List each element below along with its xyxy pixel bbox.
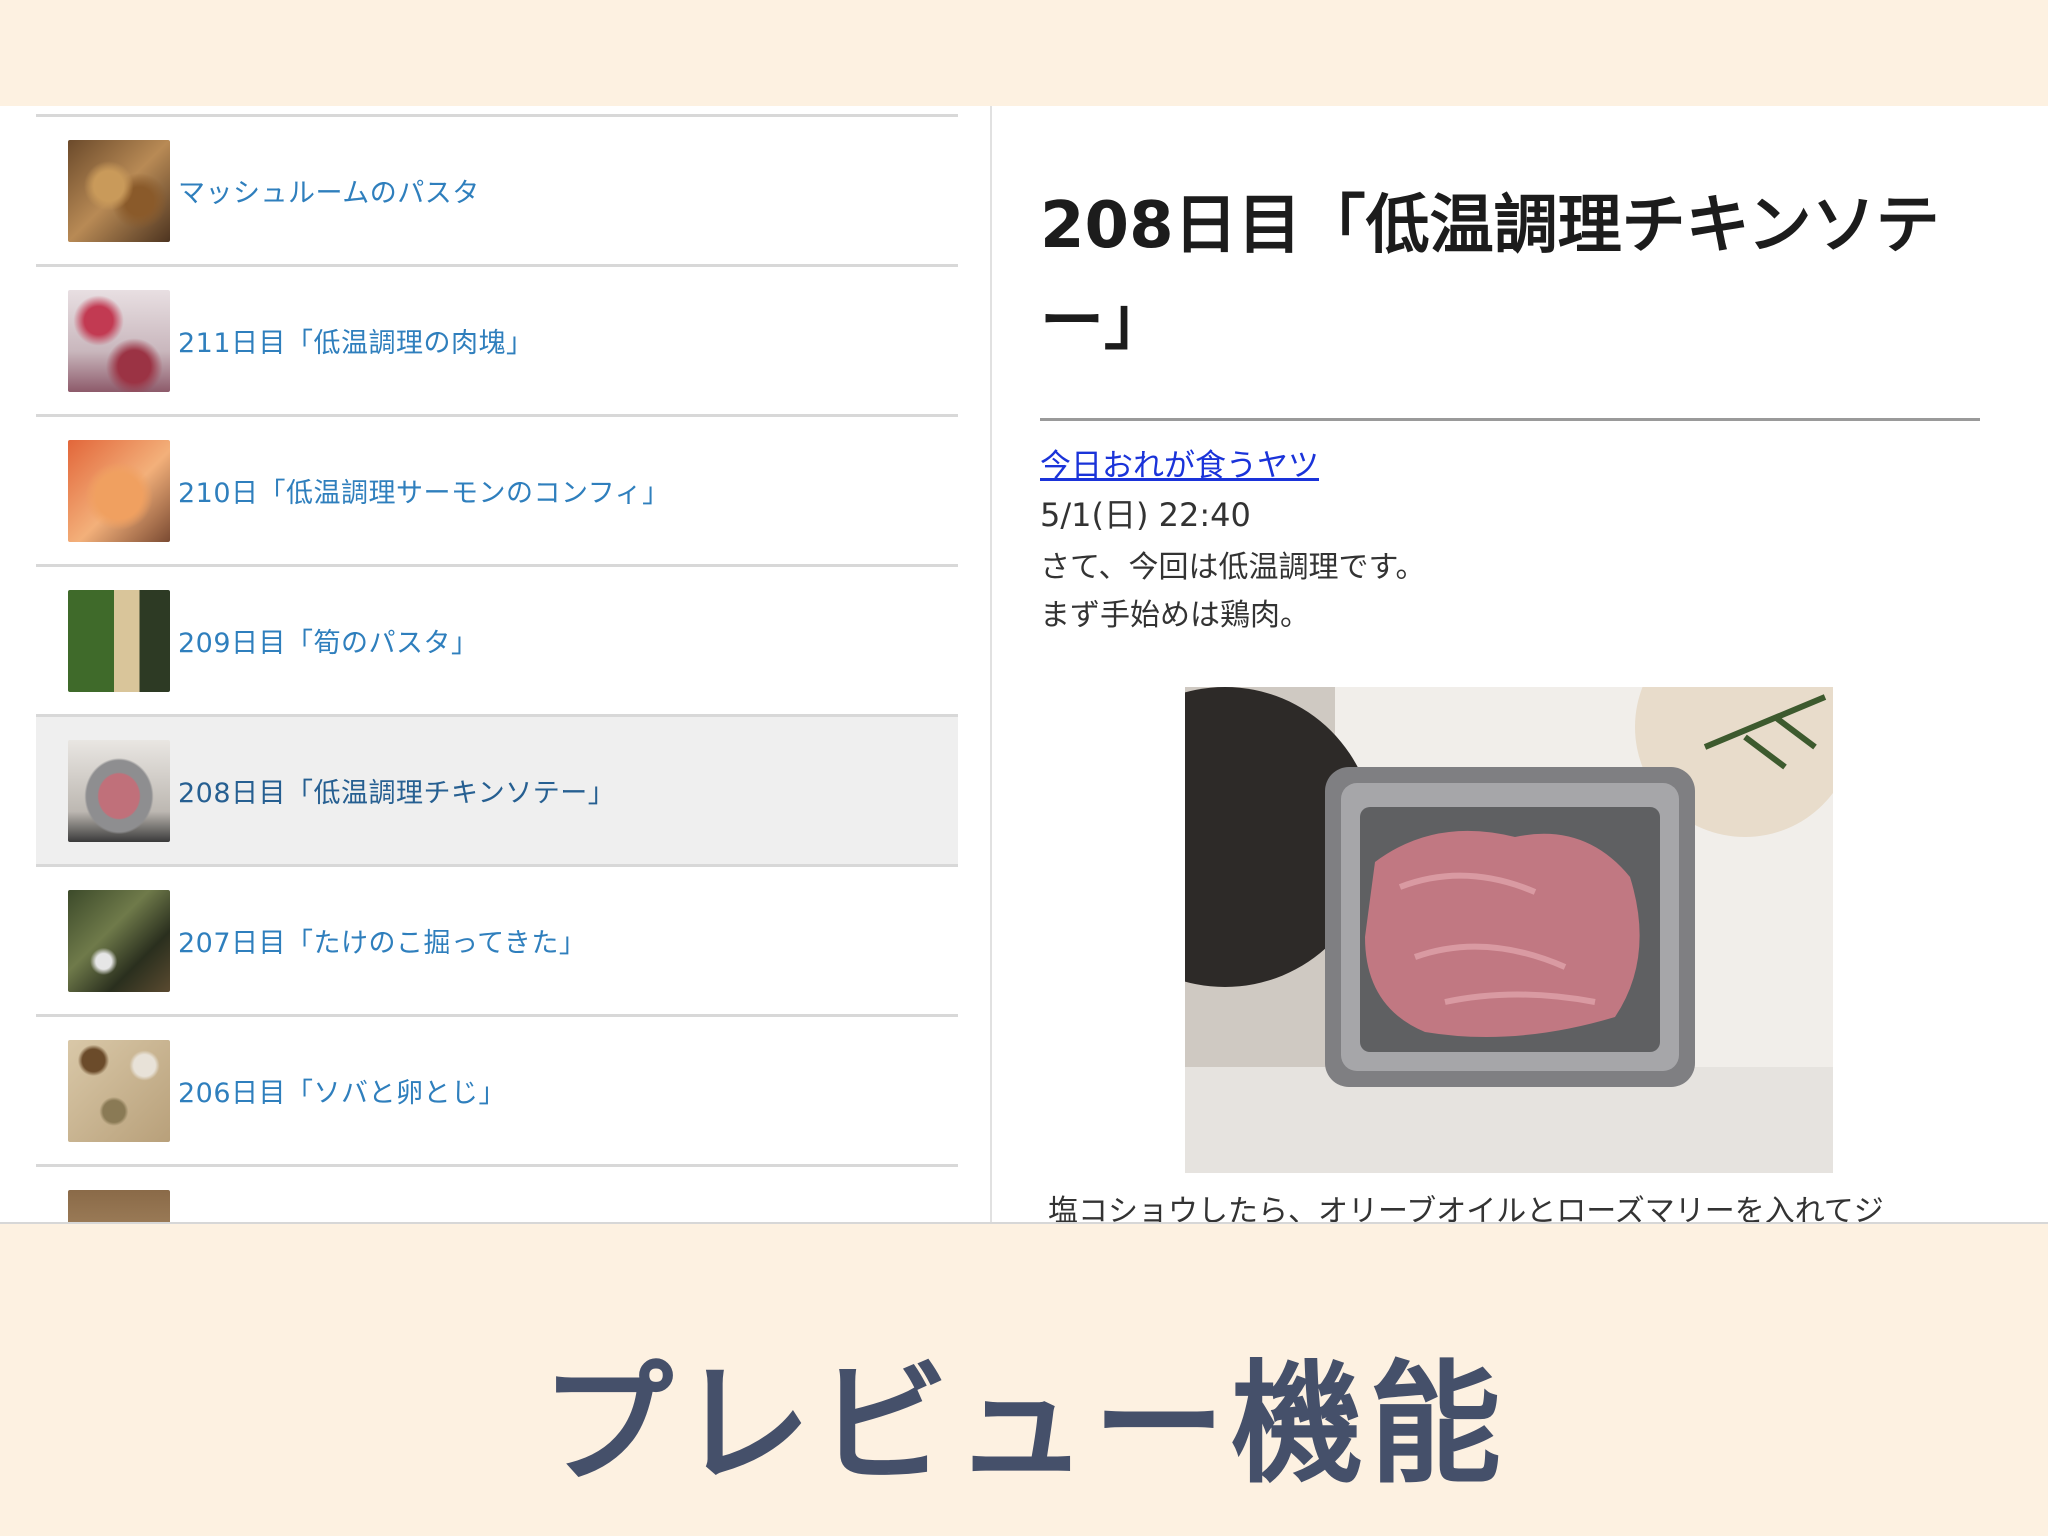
thumbnail-image — [68, 1039, 170, 1142]
post-body-text: さて、今回は低温調理です。 — [1040, 550, 1426, 585]
list-item-label: マッシュルームのパスタ — [178, 178, 480, 209]
thumbnail-image — [68, 1189, 170, 1222]
list-item-selected[interactable]: 208日目「低温調理チキンソテー」 — [36, 714, 958, 864]
chicken-in-tray-image — [1185, 687, 1833, 1173]
list-item-label: 208日目「低温調理チキンソテー」 — [178, 778, 616, 809]
post-body-text: まず手始めは鶏肉。 — [1040, 598, 1310, 633]
list-item-label: 209日目「筍のパスタ」 — [178, 628, 479, 659]
app-window: マッシュルームのパスタ 211日目「低温調理の肉塊」 210日「低温調理サーモン… — [0, 106, 2048, 1224]
list-item[interactable]: 211日目「低温調理の肉塊」 — [36, 264, 958, 414]
post-title: 208日目「低温調理チキンソテ ー」 — [1040, 189, 1940, 359]
post-list-pane: マッシュルームのパスタ 211日目「低温調理の肉塊」 210日「低温調理サーモン… — [0, 106, 992, 1222]
list-item[interactable]: 207日目「たけのこ掘ってきた」 — [36, 864, 958, 1014]
list-item[interactable]: 210日「低温調理サーモンのコンフィ」 — [36, 414, 958, 564]
list-item-label: 207日目「たけのこ掘ってきた」 — [178, 928, 587, 959]
thumbnail-image — [68, 889, 170, 992]
thumbnail-image — [68, 439, 170, 542]
list-item[interactable]: マッシュルームのパスタ — [36, 114, 958, 264]
list-item[interactable]: 209日目「筍のパスタ」 — [36, 564, 958, 714]
post-body-text-cut: 塩コショウしたら、オリーブオイルとローズマリーを入れてジ — [1048, 1194, 1884, 1224]
thumbnail-image — [68, 139, 170, 242]
post-detail-pane: 208日目「低温調理チキンソテ ー」 今日おれが食うヤツ 5/1(日) 22:40… — [1040, 106, 1980, 1222]
list-item-label: 211日目「低温調理の肉塊」 — [178, 328, 534, 359]
post-date: 5/1(日) 22:40 — [1040, 496, 1251, 534]
thumbnail-image — [68, 739, 170, 842]
slide-caption: プレビュー機能 — [541, 1348, 1507, 1502]
title-divider — [1040, 418, 1980, 421]
list-item[interactable] — [36, 1164, 958, 1222]
list-item-label: 210日「低温調理サーモンのコンフィ」 — [178, 478, 670, 509]
category-link[interactable]: 今日おれが食うヤツ — [1040, 440, 1319, 485]
list-item-label: 206日目「ソバと卵とじ」 — [178, 1078, 507, 1109]
post-photo — [1185, 687, 1833, 1173]
thumbnail-image — [68, 289, 170, 392]
list-item[interactable]: 206日目「ソバと卵とじ」 — [36, 1014, 958, 1164]
thumbnail-image — [68, 589, 170, 692]
